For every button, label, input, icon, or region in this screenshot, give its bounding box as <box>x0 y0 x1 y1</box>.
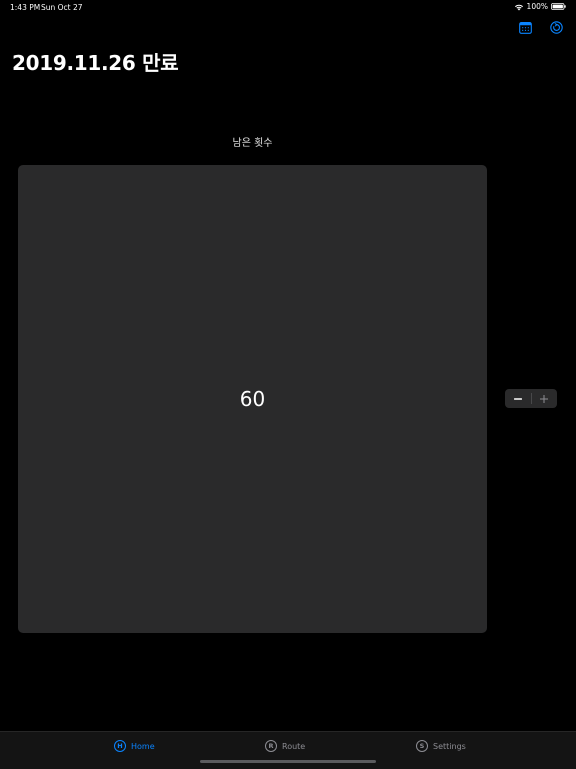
page-title: 2019.11.26 만료 <box>12 51 179 75</box>
tab-route[interactable]: R Route <box>265 740 305 752</box>
tab-home[interactable]: H Home <box>114 740 155 752</box>
wifi-icon <box>514 4 523 10</box>
nav-actions <box>518 20 564 35</box>
tab-label: Home <box>131 741 155 751</box>
battery-icon <box>551 3 566 10</box>
home-icon: H <box>114 740 126 752</box>
increment-button[interactable] <box>532 389 558 408</box>
counter-panel: 60 <box>18 165 487 633</box>
tab-label: Settings <box>433 741 466 751</box>
route-icon: R <box>265 740 277 752</box>
status-indicators: 100% <box>514 2 566 11</box>
count-stepper <box>505 389 557 408</box>
home-indicator[interactable] <box>200 760 376 763</box>
battery-percent: 100% <box>526 2 548 11</box>
refresh-icon <box>550 21 563 34</box>
remaining-count-label: 남은 횟수 <box>232 138 273 149</box>
tab-bar: H Home R Route S Settings <box>0 731 576 769</box>
tab-label: Route <box>282 741 306 751</box>
calendar-button[interactable] <box>518 20 533 35</box>
settings-icon: S <box>416 740 428 752</box>
minus-icon <box>513 397 522 400</box>
calendar-icon <box>519 21 532 34</box>
counter-value: 60 <box>239 387 266 411</box>
refresh-button[interactable] <box>549 20 564 35</box>
plus-icon <box>540 394 549 403</box>
status-bar: 1:43 PM Sun Oct 27 100% <box>0 0 576 14</box>
status-time: 1:43 PM <box>10 3 41 12</box>
status-date: Sun Oct 27 <box>41 3 83 12</box>
decrement-button[interactable] <box>505 389 531 408</box>
tab-settings[interactable]: S Settings <box>416 740 466 752</box>
